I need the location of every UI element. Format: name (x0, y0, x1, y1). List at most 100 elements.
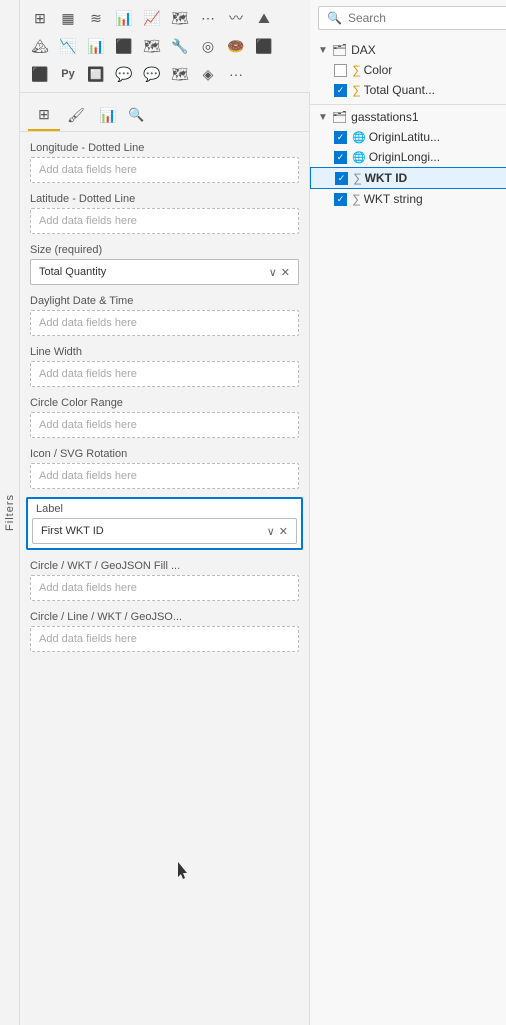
wkt-string-checkbox[interactable]: ✓ (334, 193, 347, 206)
label-field-actions: ∨ ✕ (267, 525, 288, 538)
circle-wkt-fill-dropzone[interactable]: Add data fields here (30, 575, 299, 601)
label-field-label: Label (32, 503, 297, 515)
fields-container: Longitude - Dotted Line Add data fields … (20, 132, 309, 1025)
size-required-label: Size (required) (30, 244, 299, 256)
tab-analytics[interactable]: 📊 (92, 99, 124, 131)
wkt-id-checkbox[interactable]: ✓ (335, 172, 348, 185)
tab-fields[interactable]: ⊞ (28, 99, 60, 131)
toolbar-icon-8[interactable]: 〰 (222, 4, 250, 32)
section-latitude-dotted: Latitude - Dotted Line Add data fields h… (20, 187, 309, 238)
total-quant-checkbox[interactable]: ✓ (334, 84, 347, 97)
section-circle-line-wkt: Circle / Line / WKT / GeoJSO... Add data… (20, 605, 309, 656)
section-line-width: Line Width Add data fields here (20, 340, 309, 391)
section-longitude-dotted: Longitude - Dotted Line Add data fields … (20, 136, 309, 187)
size-required-dropzone[interactable]: Total Quantity ∨ ✕ (30, 259, 299, 285)
sub-toolbar: ⊞ 🖌 📊 🔍 (20, 93, 309, 132)
total-quant-sigma-icon: ∑ (352, 83, 361, 97)
longitude-dotted-dropzone[interactable]: Add data fields here (30, 157, 299, 183)
search-input[interactable] (348, 11, 503, 25)
toolbar-icon-12[interactable]: 📊 (82, 32, 110, 60)
tree-group-dax-header[interactable]: ▼ 🗂 DAX (310, 40, 506, 60)
toolbar-icon-7[interactable]: ⋯ (194, 4, 222, 32)
origin-lat-label: OriginLatitu... (369, 130, 506, 144)
dax-table-icon: 🗂 (332, 43, 347, 57)
gasstations-arrow-icon: ▼ (318, 112, 328, 123)
toolbar-icon-11[interactable]: 📉 (54, 32, 82, 60)
toolbar-icon-1[interactable]: ⊞ (26, 4, 54, 32)
origin-lat-globe-icon: 🌐 (352, 131, 366, 144)
toolbar-icon-16[interactable]: ◎ (194, 32, 222, 60)
toolbar-icon-14[interactable]: 🗺 (138, 32, 166, 60)
gasstations-table-icon: 🗂 (332, 110, 347, 124)
gasstations-label: gasstations1 (351, 110, 418, 124)
origin-long-globe-icon: 🌐 (352, 151, 366, 164)
toolbar-icon-15[interactable]: 🔧 (166, 32, 194, 60)
filters-label: Filters (4, 494, 16, 531)
wkt-id-label: WKT ID (365, 171, 506, 185)
label-remove-icon[interactable]: ✕ (279, 525, 288, 538)
toolbar-icon-6[interactable]: 🗺 (166, 4, 194, 32)
latitude-dotted-dropzone[interactable]: Add data fields here (30, 208, 299, 234)
circle-line-wkt-dropzone[interactable]: Add data fields here (30, 626, 299, 652)
toolbar-icon-4[interactable]: 📊 (110, 4, 138, 32)
toolbar-icon-18[interactable]: ⬛ (250, 32, 278, 60)
origin-long-checkbox[interactable]: ✓ (334, 151, 347, 164)
tree-item-wkt-string[interactable]: ✓ ∑ WKT string (310, 189, 506, 209)
size-remove-icon[interactable]: ✕ (281, 266, 290, 279)
tree-item-color[interactable]: ∑ Color (310, 60, 506, 80)
origin-lat-checkbox[interactable]: ✓ (334, 131, 347, 144)
toolbar-icon-19[interactable]: ⬛ (26, 60, 54, 88)
section-label-highlighted: Label First WKT ID ∨ ✕ (26, 497, 303, 550)
toolbar-icon-20[interactable]: 🔲 (82, 60, 110, 88)
search-icon: 🔍 (327, 11, 342, 25)
color-checkbox[interactable] (334, 64, 347, 77)
toolbar-icon-3[interactable]: ≋ (82, 4, 110, 32)
tree-divider-1 (310, 104, 506, 105)
section-circle-color-range: Circle Color Range Add data fields here (20, 391, 309, 442)
left-panel: ⊞ ▦ ≋ 📊 📈 🗺 ⋯ 〰 ⛰ 🏔 📉 📊 ⬛ 🗺 🔧 ◎ 🍩 ⬛ ⬛ Py… (20, 0, 310, 1025)
label-dropzone[interactable]: First WKT ID ∨ ✕ (32, 518, 297, 544)
section-icon-svg-rotation: Icon / SVG Rotation Add data fields here (20, 442, 309, 493)
toolbar-icon-22[interactable]: 💬 (138, 60, 166, 88)
toolbar-icon-diamond[interactable]: ◈ (194, 60, 222, 88)
label-chevron-icon[interactable]: ∨ (267, 525, 275, 538)
size-required-actions: ∨ ✕ (269, 266, 290, 279)
icon-svg-rotation-label: Icon / SVG Rotation (30, 448, 299, 460)
toolbar-icon-23[interactable]: 🗺 (166, 60, 194, 88)
size-required-value: Total Quantity (39, 266, 269, 278)
longitude-dotted-label: Longitude - Dotted Line (30, 142, 299, 154)
toolbar-icon-9[interactable]: ⛰ (250, 4, 278, 32)
search-bar: 🔍 (318, 6, 506, 30)
toolbar-icon-21[interactable]: 💬 (110, 60, 138, 88)
icon-svg-rotation-dropzone[interactable]: Add data fields here (30, 463, 299, 489)
wkt-string-field-icon: ∑ (352, 192, 361, 206)
daylight-datetime-dropzone[interactable]: Add data fields here (30, 310, 299, 336)
toolbar-icon-py[interactable]: Py (54, 60, 82, 88)
tree-group-gasstations-header[interactable]: ▼ 🗂 gasstations1 (310, 107, 506, 127)
dax-arrow-icon: ▼ (318, 45, 328, 56)
tab-format[interactable]: 🖌 (60, 99, 92, 131)
label-value: First WKT ID (41, 525, 267, 537)
right-panel: 🔍 ▼ 🗂 DAX ∑ Color ✓ (310, 0, 506, 1025)
line-width-dropzone[interactable]: Add data fields here (30, 361, 299, 387)
latitude-dotted-label: Latitude - Dotted Line (30, 193, 299, 205)
tree-item-wkt-id[interactable]: ✓ ∑ WKT ID (310, 167, 506, 189)
toolbar-icon-17[interactable]: 🍩 (222, 32, 250, 60)
toolbar-icon-13[interactable]: ⬛ (110, 32, 138, 60)
toolbar-icon-more[interactable]: ··· (222, 60, 250, 88)
size-chevron-icon[interactable]: ∨ (269, 266, 277, 279)
search-icon-left[interactable]: 🔍 (124, 103, 148, 127)
toolbar-icon-10[interactable]: 🏔 (26, 32, 54, 60)
tree-item-origin-lat[interactable]: ✓ 🌐 OriginLatitu... (310, 127, 506, 147)
filters-tab[interactable]: Filters (0, 0, 20, 1025)
line-width-label: Line Width (30, 346, 299, 358)
tree-item-total-quant[interactable]: ✓ ∑ Total Quant... (310, 80, 506, 100)
toolbar-icon-5[interactable]: 📈 (138, 4, 166, 32)
daylight-datetime-label: Daylight Date & Time (30, 295, 299, 307)
dax-label: DAX (351, 43, 376, 57)
circle-color-range-dropzone[interactable]: Add data fields here (30, 412, 299, 438)
toolbar-icon-2[interactable]: ▦ (54, 4, 82, 32)
circle-color-range-label: Circle Color Range (30, 397, 299, 409)
origin-long-label: OriginLongi... (369, 150, 506, 164)
tree-item-origin-long[interactable]: ✓ 🌐 OriginLongi... (310, 147, 506, 167)
